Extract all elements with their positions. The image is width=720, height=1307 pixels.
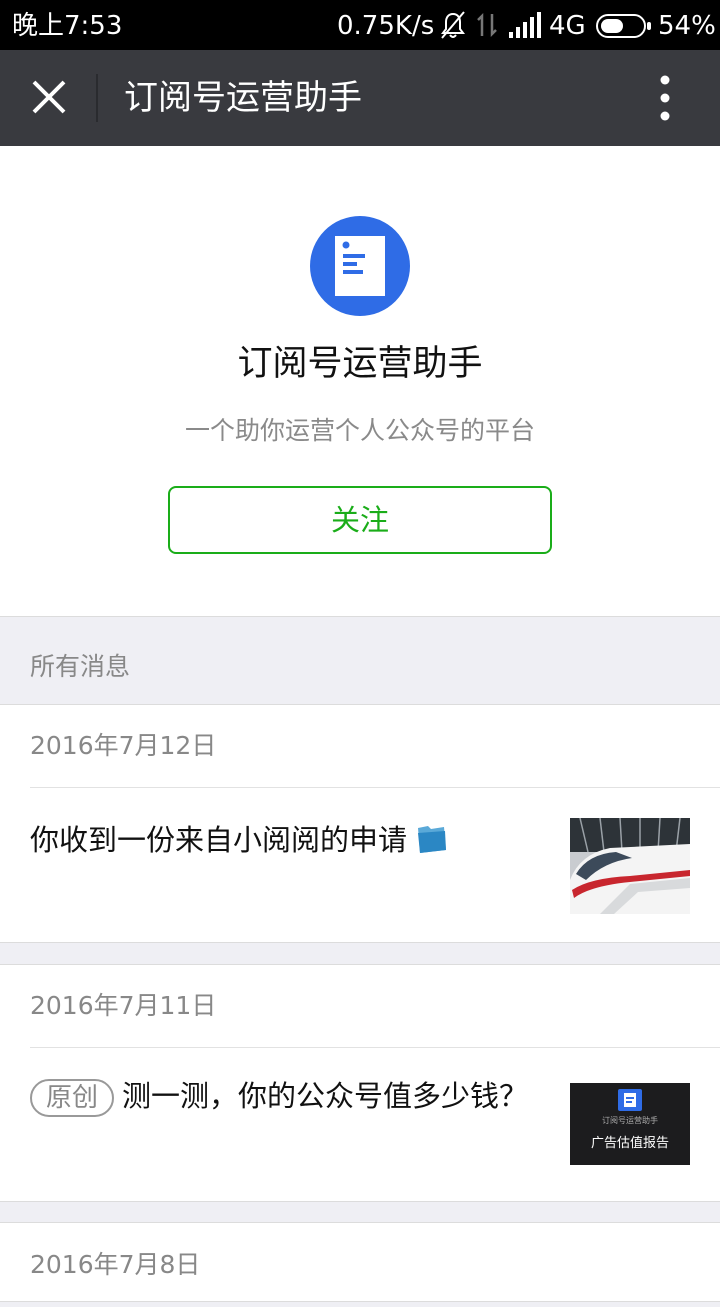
train-thumbnail[interactable]: [570, 818, 690, 914]
message-date: 2016年7月8日: [30, 1250, 201, 1279]
message-date: 2016年7月12日: [30, 731, 217, 760]
status-bar: 晚上7:53 0.75K/s 4G 54%: [0, 0, 720, 50]
message-group: 2016年7月8日: [0, 1222, 720, 1302]
nav-title: 订阅号运营助手: [124, 78, 362, 118]
mute-bell-icon: [441, 11, 465, 39]
message-title: 测一测，你的公众号值多少钱？: [122, 1079, 529, 1113]
document-icon: [335, 236, 385, 296]
network-speed: 0.75K/s: [337, 11, 435, 41]
nav-bar: 订阅号运营助手: [0, 50, 720, 146]
message-title: 你收到一份来自小阅阅的申请: [30, 823, 408, 857]
nav-divider: [96, 74, 98, 122]
report-thumbnail[interactable]: 订阅号运营助手 广告估值报告: [570, 1083, 690, 1165]
message-group: 2016年7月11日 原创 测一测，你的公众号值多少钱？ 订阅号运营助手 广告估值…: [0, 964, 720, 1202]
profile-description: 一个助你运营个人公众号的平台: [184, 416, 535, 445]
profile-header: 订阅号运营助手 一个助你运营个人公众号的平台 关注: [0, 146, 720, 617]
report-small-text: 订阅号运营助手: [602, 1116, 658, 1125]
divider: [30, 787, 720, 788]
battery-percent: 54%: [658, 11, 716, 41]
original-tag: 原创: [30, 1079, 115, 1117]
message-item[interactable]: 原创 测一测，你的公众号值多少钱？: [30, 1075, 550, 1117]
follow-button[interactable]: 关注: [168, 486, 552, 554]
status-time: 晚上7:53: [12, 11, 123, 41]
battery-icon: [596, 14, 651, 38]
close-icon[interactable]: [20, 68, 80, 128]
profile-name: 订阅号运营助手: [237, 344, 483, 384]
avatar: [310, 216, 410, 316]
folder-icon: [418, 826, 447, 853]
message-group: 2016年7月12日 你收到一份来自小阅阅的申请: [0, 704, 720, 943]
section-label: 所有消息: [30, 652, 131, 681]
message-date: 2016年7月11日: [30, 991, 217, 1020]
network-type: 4G: [549, 11, 586, 41]
message-item[interactable]: 你收到一份来自小阅阅的申请: [30, 819, 550, 861]
more-options-icon[interactable]: [640, 72, 690, 124]
divider: [30, 1047, 720, 1048]
data-transfer-icon: [477, 12, 497, 38]
report-title-text: 广告估值报告: [590, 1136, 669, 1151]
signal-icon: [509, 12, 541, 38]
